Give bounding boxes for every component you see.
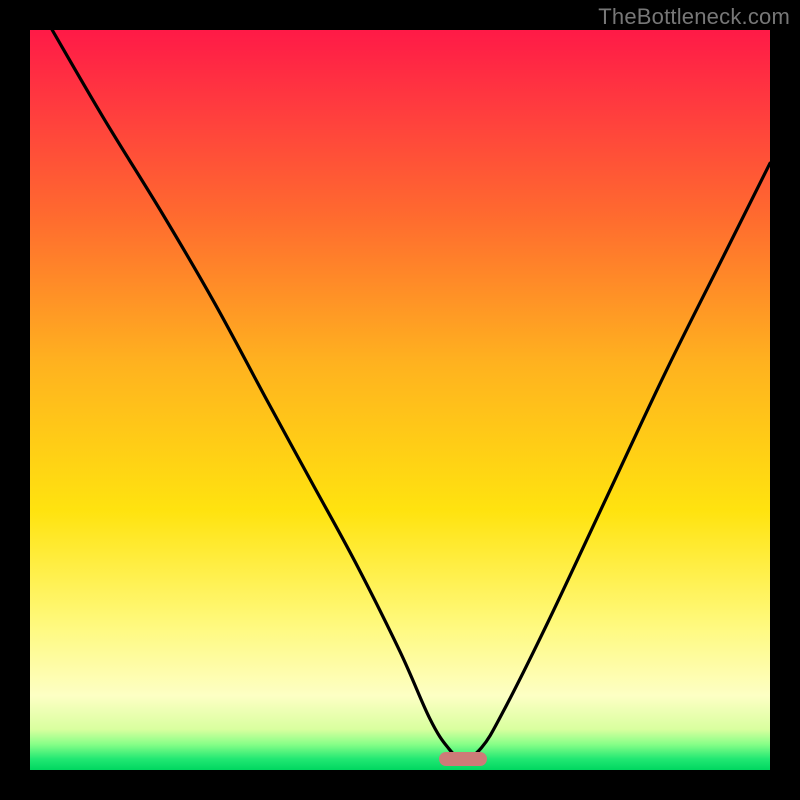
chart-frame: TheBottleneck.com [0, 0, 800, 800]
plot-area [30, 30, 770, 770]
bottleneck-curve [30, 30, 770, 770]
watermark-text: TheBottleneck.com [598, 4, 790, 30]
optimal-marker [439, 752, 487, 766]
